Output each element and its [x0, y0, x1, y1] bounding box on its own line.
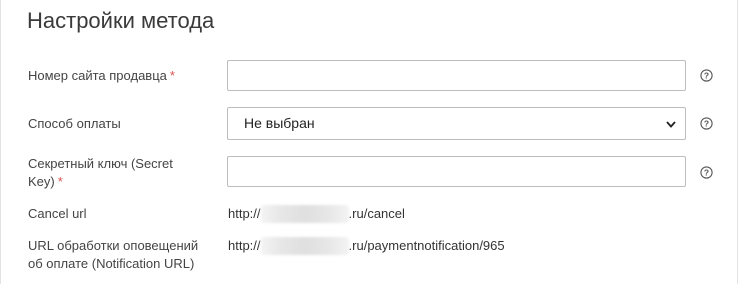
- cancel-url-row: Cancel url http://.ru/cancel: [1, 204, 739, 225]
- secret-key-label: Секретный ключ (Secret Key) *: [28, 156, 173, 189]
- secret-key-row: Секретный ключ (Secret Key) * ?: [1, 155, 739, 191]
- svg-text:?: ?: [704, 168, 709, 178]
- redacted-domain: [260, 236, 349, 255]
- page-title: Настройки метода: [27, 8, 215, 33]
- question-circle-icon[interactable]: ?: [700, 117, 713, 130]
- notification-url-value: http://.ru/paymentnotification/965: [228, 236, 505, 255]
- payment-method-row: Способ оплаты Не выбран ?: [1, 107, 739, 140]
- svg-text:?: ?: [704, 119, 709, 129]
- seller-site-number-label: Номер сайта продавца *: [28, 68, 175, 83]
- seller-site-number-row: Номер сайта продавца * ?: [1, 60, 739, 92]
- required-mark: *: [169, 68, 175, 83]
- svg-text:?: ?: [704, 71, 709, 81]
- chevron-down-icon: [666, 121, 676, 128]
- question-circle-icon[interactable]: ?: [700, 69, 713, 82]
- notification-url-row: URL обработки оповещений об оплате (Noti…: [1, 236, 739, 277]
- cancel-url-label: Cancel url: [28, 206, 87, 221]
- notification-url-label: URL обработки оповещений об оплате (Noti…: [28, 238, 199, 271]
- payment-method-select[interactable]: Не выбран: [227, 107, 686, 140]
- payment-method-selected: Не выбран: [244, 115, 315, 131]
- redacted-domain: [260, 204, 349, 223]
- cancel-url-value: http://.ru/cancel: [228, 204, 405, 223]
- secret-key-input[interactable]: [227, 156, 686, 187]
- payment-method-label: Способ оплаты: [28, 116, 121, 131]
- seller-site-number-input[interactable]: [227, 60, 686, 91]
- method-settings-panel: Настройки метода Номер сайта продавца * ?…: [0, 0, 738, 284]
- question-circle-icon[interactable]: ?: [700, 166, 713, 179]
- required-mark: *: [57, 174, 63, 189]
